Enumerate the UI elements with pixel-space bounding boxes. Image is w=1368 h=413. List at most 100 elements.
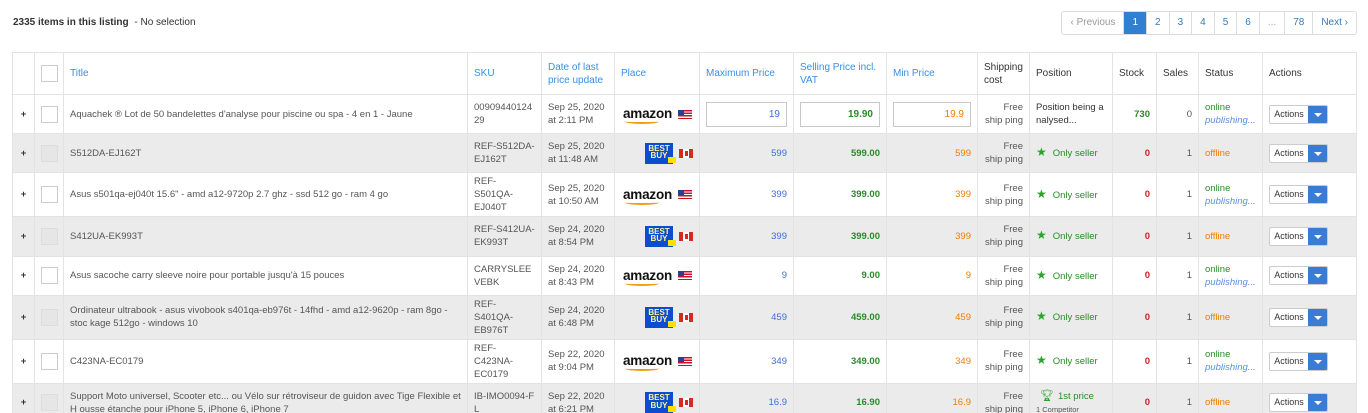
- max-price-cell: 349: [699, 338, 794, 384]
- product-title[interactable]: Asus s501qa-ej040t 15.6" - amd a12-9720p…: [63, 172, 468, 218]
- status-cell: offline: [1198, 382, 1263, 413]
- place-cell: amazon: [614, 338, 700, 384]
- table-row: + Asus sacoche carry sleeve noire pour po…: [12, 255, 1357, 296]
- actions-button-label[interactable]: Actions: [1270, 394, 1308, 411]
- page-button-6[interactable]: 6: [1236, 12, 1259, 34]
- page-button-2[interactable]: 2: [1146, 12, 1169, 34]
- shipping-cost: Free ship ping: [977, 172, 1030, 218]
- product-title[interactable]: Support Moto universel, Scooter etc... o…: [63, 382, 468, 413]
- chevron-down-icon[interactable]: [1308, 308, 1327, 326]
- actions-dropdown[interactable]: Actions: [1269, 393, 1328, 413]
- actions-cell: Actions: [1262, 382, 1357, 413]
- column-header-min-price[interactable]: Min Price: [886, 52, 978, 95]
- expand-row-button[interactable]: +: [12, 255, 35, 296]
- min-price-input[interactable]: 19.9: [893, 101, 971, 127]
- status-cell: offline: [1198, 294, 1263, 340]
- chevron-down-icon[interactable]: [1308, 186, 1327, 204]
- expand-row-button[interactable]: +: [12, 294, 35, 340]
- chevron-down-icon[interactable]: [1308, 227, 1327, 245]
- actions-button-label[interactable]: Actions: [1270, 145, 1308, 162]
- actions-dropdown[interactable]: Actions: [1269, 307, 1328, 327]
- product-title[interactable]: C423NA-EC0179: [63, 338, 468, 384]
- column-header-sku[interactable]: SKU: [467, 52, 542, 95]
- row-checkbox[interactable]: [40, 105, 58, 123]
- column-header-shipping: Shipping cost: [977, 52, 1030, 95]
- row-checkbox[interactable]: [40, 352, 58, 370]
- chevron-down-icon[interactable]: [1308, 105, 1327, 123]
- chevron-down-icon[interactable]: [1308, 267, 1327, 285]
- actions-button-label[interactable]: Actions: [1270, 309, 1308, 326]
- row-select-cell: [34, 338, 64, 384]
- amazon-logo: amazon: [623, 187, 672, 205]
- product-sku: 00909440124 29: [467, 93, 542, 135]
- stock-value: 0: [1112, 216, 1157, 257]
- chevron-down-icon[interactable]: [1308, 394, 1327, 412]
- chevron-down-icon[interactable]: [1308, 352, 1327, 370]
- price-update-date: Sep 25, 2020 at 11:48 AM: [541, 133, 615, 174]
- expand-row-button[interactable]: +: [12, 172, 35, 218]
- actions-dropdown[interactable]: Actions: [1269, 266, 1328, 286]
- us-flag-icon: [678, 190, 693, 200]
- selling-price-value: 349.00: [850, 355, 880, 367]
- selling-price-cell: 349.00: [793, 338, 887, 384]
- column-header-title[interactable]: Title: [63, 52, 468, 95]
- row-checkbox[interactable]: [40, 144, 58, 162]
- column-header-date[interactable]: Date of last price update: [541, 52, 615, 95]
- actions-button-label[interactable]: Actions: [1270, 267, 1308, 284]
- max-price-cell: 399: [699, 172, 794, 218]
- product-title[interactable]: Ordinateur ultrabook - asus vivobook s40…: [63, 294, 468, 340]
- stock-value: 730: [1112, 93, 1157, 135]
- column-header-selling-price[interactable]: Selling Price incl. VAT: [793, 52, 887, 95]
- listing-summary: 2335 items in this listing - No selectio…: [13, 17, 196, 28]
- previous-page-button[interactable]: ‹ Previous: [1062, 12, 1123, 34]
- status-text: offline: [1205, 230, 1231, 242]
- product-title[interactable]: S512DA-EJ162T: [63, 133, 468, 174]
- page-button-78[interactable]: 78: [1284, 12, 1312, 34]
- actions-button-label[interactable]: Actions: [1270, 228, 1308, 245]
- actions-button-label[interactable]: Actions: [1270, 186, 1308, 203]
- price-update-date: Sep 24, 2020 at 8:43 PM: [541, 255, 615, 296]
- column-header-place[interactable]: Place: [614, 52, 700, 95]
- product-sku: IB-IMO0094-F L: [467, 382, 542, 413]
- actions-dropdown[interactable]: Actions: [1269, 226, 1328, 246]
- page-button-5[interactable]: 5: [1213, 12, 1237, 34]
- row-checkbox[interactable]: [40, 186, 58, 204]
- expand-row-button[interactable]: +: [12, 93, 35, 135]
- selling-price-input[interactable]: 19.90: [800, 101, 880, 127]
- product-title[interactable]: S412UA-EK993T: [63, 216, 468, 257]
- next-page-button[interactable]: Next ›: [1312, 12, 1356, 34]
- actions-dropdown[interactable]: Actions: [1269, 143, 1328, 163]
- column-header-max-price[interactable]: Maximum Price: [699, 52, 794, 95]
- page-button-4[interactable]: 4: [1191, 12, 1214, 34]
- product-sku: REF-C423NA-EC0179: [467, 338, 542, 384]
- expand-row-button[interactable]: +: [12, 133, 35, 174]
- position-cell: ★ Only seller: [1029, 216, 1113, 257]
- column-header-status: Status: [1198, 52, 1263, 95]
- actions-button-label[interactable]: Actions: [1270, 353, 1308, 370]
- chevron-down-icon[interactable]: [1308, 144, 1327, 162]
- min-price-cell: 349: [886, 338, 978, 384]
- row-checkbox[interactable]: [40, 227, 58, 245]
- stock-value: 0: [1112, 172, 1157, 218]
- row-checkbox[interactable]: [40, 267, 58, 285]
- row-checkbox[interactable]: [40, 308, 58, 326]
- max-price-cell: 19: [699, 93, 794, 135]
- actions-dropdown[interactable]: Actions: [1269, 185, 1328, 205]
- select-all-checkbox[interactable]: [41, 65, 58, 82]
- actions-dropdown[interactable]: Actions: [1269, 104, 1328, 124]
- shipping-cost: Free ship ping: [977, 133, 1030, 174]
- bestbuy-logo: BEST BUY: [645, 142, 676, 164]
- expand-row-button[interactable]: +: [12, 338, 35, 384]
- selling-price-value: 399.00: [850, 189, 880, 201]
- product-title[interactable]: Asus sacoche carry sleeve noire pour por…: [63, 255, 468, 296]
- expand-row-button[interactable]: +: [12, 382, 35, 413]
- product-title[interactable]: Aquachek ® Lot de 50 bandelettes d'analy…: [63, 93, 468, 135]
- min-price-cell: 19.9: [886, 93, 978, 135]
- page-button-3[interactable]: 3: [1168, 12, 1192, 34]
- row-checkbox[interactable]: [40, 394, 58, 412]
- expand-row-button[interactable]: +: [12, 216, 35, 257]
- actions-button-label[interactable]: Actions: [1270, 106, 1308, 123]
- page-button-1[interactable]: 1: [1123, 12, 1147, 34]
- max-price-input[interactable]: 19: [706, 101, 787, 127]
- actions-dropdown[interactable]: Actions: [1269, 351, 1328, 371]
